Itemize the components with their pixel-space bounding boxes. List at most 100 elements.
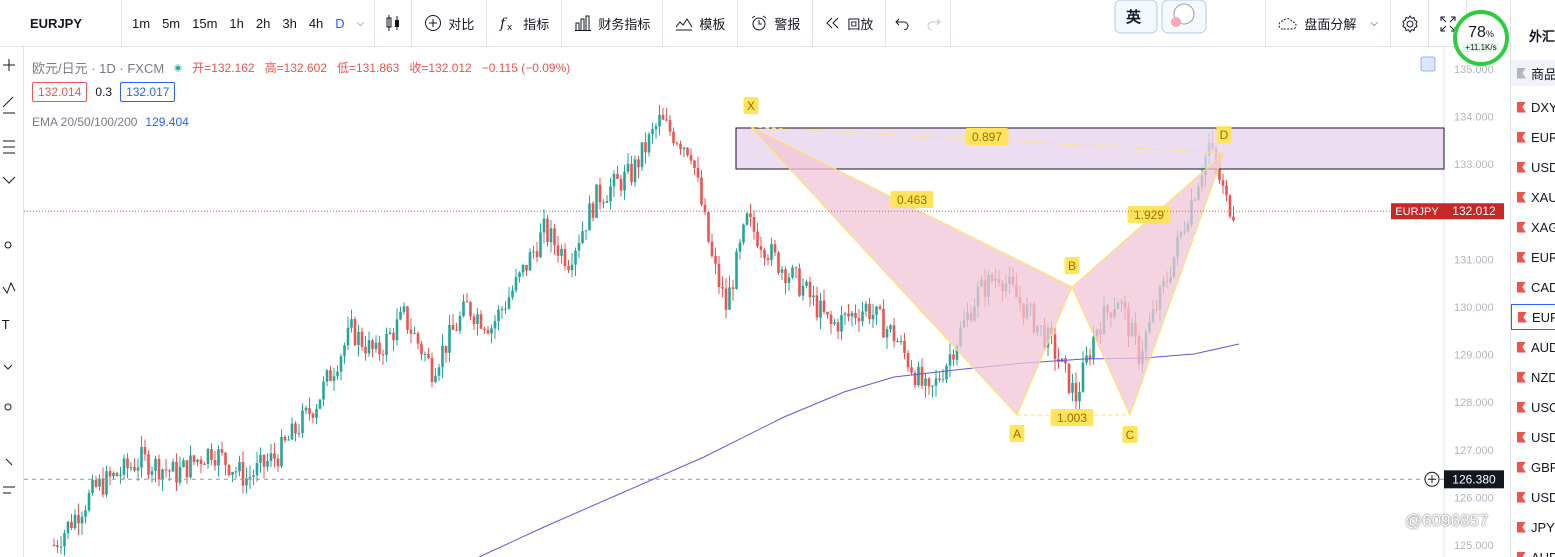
- candle-body: [269, 453, 273, 462]
- series-title[interactable]: 欧元/日元 · 1D · FXCM: [32, 58, 164, 77]
- prz-zone[interactable]: [735, 127, 1445, 170]
- chart-type-button[interactable]: [375, 0, 413, 46]
- interval-1m[interactable]: 1m: [126, 16, 156, 31]
- candle-body: [325, 370, 329, 382]
- ema-legend[interactable]: EMA 20/50/100/200 129.404: [32, 115, 189, 129]
- price-tick: 129.000: [1454, 350, 1494, 362]
- candle-body: [668, 120, 672, 132]
- point-label-b: B: [1068, 259, 1076, 273]
- watchlist-item[interactable]: DXY: [1511, 94, 1555, 120]
- symbol-search-button[interactable]: EURJPY: [0, 0, 122, 46]
- gear-icon: [1401, 14, 1418, 33]
- candle-body: [808, 281, 812, 298]
- price-tick: 126.000: [1454, 492, 1494, 504]
- spread-value: 0.3: [95, 85, 113, 99]
- watchlist-item[interactable]: USDJPY: [1511, 154, 1555, 180]
- candle-body: [462, 301, 465, 316]
- candle-body: [724, 288, 728, 310]
- pattern-bcd[interactable]: [1071, 152, 1225, 417]
- watchlist-item[interactable]: GBPUSD: [1511, 454, 1555, 480]
- ratio-xd: 0.897: [972, 130, 1002, 144]
- alerts-button[interactable]: 警报: [738, 0, 814, 46]
- candle-body: [714, 255, 717, 264]
- watchlist-group[interactable]: 商品: [1511, 60, 1555, 86]
- candle-body: [521, 264, 525, 273]
- split-button[interactable]: 盘面分解 ⌵: [1265, 0, 1390, 47]
- compare-button[interactable]: 对比: [412, 0, 488, 46]
- candle-body: [826, 311, 829, 315]
- price-chart[interactable]: 135.000 134.000 133.000 131.000 130.000 129.0…: [24, 47, 1510, 557]
- watchlist-item[interactable]: AUDJPY: [1511, 544, 1555, 557]
- templates-button[interactable]: 模板: [663, 0, 739, 46]
- watchlist-title[interactable]: 外汇: [1511, 0, 1555, 65]
- watchlist-item[interactable]: EURUSD: [1511, 124, 1555, 150]
- candle-body: [525, 264, 528, 271]
- chart-pane[interactable]: 135.000 134.000 133.000 131.000 130.000 129.0…: [24, 47, 1510, 557]
- candle-body: [91, 479, 94, 493]
- replay-button[interactable]: 回放: [813, 0, 887, 46]
- watchlist-item[interactable]: EURGBP: [1511, 244, 1555, 270]
- candle-body: [651, 129, 654, 135]
- interval-d[interactable]: D: [329, 16, 350, 31]
- watchlist-panel: 外汇 商品 DXY EURUSD USDJPY XAUUSD XAGUSD EURGBP CA…: [1510, 0, 1555, 557]
- watchlist-symbol: USDCAD: [1531, 429, 1555, 445]
- buy-price-button[interactable]: 132.017: [120, 82, 176, 102]
- interval-4h[interactable]: 4h: [303, 16, 329, 31]
- candle-body: [735, 251, 738, 290]
- candle-body: [833, 322, 836, 324]
- settings-button[interactable]: [1390, 0, 1428, 47]
- indicators-button[interactable]: fx 指标: [487, 0, 563, 46]
- interval-15m[interactable]: 15m: [186, 16, 223, 31]
- candle-body: [514, 277, 518, 291]
- watchlist-item[interactable]: XAUUSD: [1511, 184, 1555, 210]
- candle-body: [224, 452, 227, 465]
- candle-body: [203, 464, 206, 466]
- candle-body: [581, 231, 584, 244]
- candle-body: [829, 314, 833, 324]
- candle-body: [682, 147, 686, 150]
- watchlist-item[interactable]: USDCHF: [1511, 484, 1555, 510]
- candle-body: [539, 232, 542, 258]
- interval-5m[interactable]: 5m: [156, 16, 186, 31]
- candle-body: [1064, 358, 1067, 364]
- watchlist-symbol: EURGBP: [1531, 249, 1555, 265]
- financials-button[interactable]: 财务指标: [562, 0, 664, 46]
- candle-body: [700, 177, 703, 205]
- candle-body: [77, 514, 80, 524]
- interval-1h[interactable]: 1h: [223, 16, 249, 31]
- watchlist-item[interactable]: USOIL: [1511, 394, 1555, 420]
- watchlist-item[interactable]: CADJPY: [1511, 274, 1555, 300]
- ema-label: EMA 20/50/100/200: [32, 115, 138, 129]
- candle-body: [686, 147, 689, 156]
- watchlist-item[interactable]: AUDUSD: [1511, 334, 1555, 360]
- price-tick: 135.000: [1454, 64, 1494, 76]
- sell-price-button[interactable]: 132.014: [32, 82, 88, 102]
- watchlist-item[interactable]: NZDUSD: [1511, 364, 1555, 390]
- candle-body: [168, 470, 171, 472]
- candle-body: [616, 173, 619, 179]
- watchlist-item[interactable]: XAGUSD: [1511, 214, 1555, 240]
- candle-body: [178, 467, 182, 483]
- interval-chevron-down-icon[interactable]: ⌵: [351, 18, 371, 29]
- candle-body: [150, 471, 154, 475]
- redo-button[interactable]: [918, 0, 952, 46]
- flag-icon: [1517, 131, 1526, 143]
- candle-body: [297, 432, 301, 434]
- candle-body: [210, 448, 213, 461]
- watchlist-item[interactable]: JPYCAD: [1511, 514, 1555, 540]
- price-tick: 133.000: [1454, 159, 1494, 171]
- chart-lock-icon[interactable]: [1420, 56, 1436, 72]
- bar-chart-icon: [575, 15, 592, 31]
- top-toolbar: EURJPY 1m 5m 15m 1h 2h 3h 4h D ⌵ 对比 fx 指标 财务指标 模…: [0, 0, 1510, 47]
- flag-icon: [1517, 431, 1526, 443]
- candle-body: [728, 287, 731, 310]
- interval-2h[interactable]: 2h: [250, 16, 276, 31]
- watchlist-item[interactable]: USDCAD: [1511, 424, 1555, 450]
- watchlist-item[interactable]: EURJPY: [1511, 304, 1555, 330]
- candle-body: [73, 514, 77, 529]
- candle-body: [479, 314, 483, 329]
- candle-body: [570, 264, 574, 271]
- candle-body: [416, 333, 420, 344]
- undo-button[interactable]: [886, 0, 918, 46]
- interval-3h[interactable]: 3h: [276, 16, 302, 31]
